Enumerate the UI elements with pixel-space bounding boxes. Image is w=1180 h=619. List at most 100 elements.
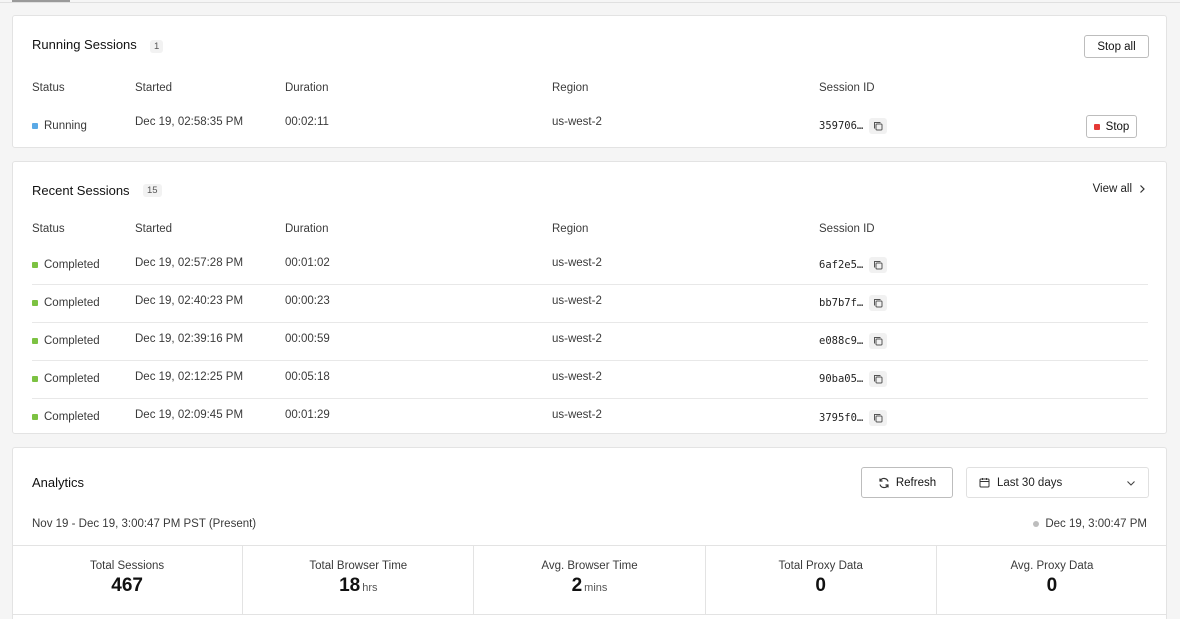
last-updated-text: Dec 19, 3:00:47 PM bbox=[1045, 518, 1147, 530]
status-text: Completed bbox=[44, 259, 100, 271]
metric-value: 2 bbox=[571, 575, 583, 596]
session-id-cell: bb7b7f… bbox=[819, 295, 888, 311]
metric-value: 467 bbox=[111, 575, 143, 596]
status-text: Completed bbox=[44, 411, 100, 423]
region-cell: us-west-2 bbox=[552, 371, 602, 383]
status-cell: Completed bbox=[32, 297, 100, 309]
session-id-cell: 90ba05… bbox=[819, 371, 888, 387]
stop-label: Stop bbox=[1105, 120, 1130, 133]
duration-cell: 00:02:11 bbox=[285, 116, 329, 128]
status-cell: Running bbox=[32, 120, 87, 132]
completed-status-dot bbox=[32, 376, 38, 382]
stop-all-button[interactable]: Stop all bbox=[1084, 35, 1149, 58]
session-id-cell: 359706… bbox=[819, 118, 888, 134]
running-sessions-card: Running Sessions 1 Stop all Status Start… bbox=[12, 15, 1167, 148]
region-cell: us-west-2 bbox=[552, 116, 602, 128]
completed-status-dot bbox=[32, 300, 38, 306]
session-id-text[interactable]: 359706… bbox=[819, 120, 863, 132]
session-id-text[interactable]: 3795f0… bbox=[819, 412, 863, 424]
status-cell: Completed bbox=[32, 335, 100, 347]
completed-status-dot bbox=[32, 414, 38, 420]
row-divider bbox=[32, 322, 1148, 323]
calendar-icon bbox=[979, 478, 990, 488]
active-tab-indicator bbox=[12, 0, 70, 2]
row-divider bbox=[32, 398, 1148, 399]
metric-total-sessions: Total Sessions 467 bbox=[12, 546, 244, 614]
status-text: Completed bbox=[44, 297, 100, 309]
col-header-region: Region bbox=[552, 223, 589, 235]
metric-avg-proxy-data: Avg. Proxy Data 0 bbox=[937, 546, 1167, 614]
status-text: Completed bbox=[44, 373, 100, 385]
col-header-session-id: Session ID bbox=[819, 223, 875, 235]
metric-label: Avg. Browser Time bbox=[541, 560, 638, 572]
metric-label: Total Sessions bbox=[90, 560, 165, 572]
copy-icon[interactable] bbox=[869, 371, 888, 387]
col-header-duration: Duration bbox=[285, 223, 329, 235]
session-id-text[interactable]: 6af2e5… bbox=[819, 259, 863, 271]
date-range-select[interactable]: Last 30 days bbox=[966, 467, 1149, 498]
refresh-button[interactable]: Refresh bbox=[861, 467, 953, 498]
started-cell: Dec 19, 02:57:28 PM bbox=[135, 257, 244, 269]
top-tab-strip bbox=[0, 0, 1180, 3]
view-all-link[interactable]: View all bbox=[1093, 183, 1146, 195]
recent-sessions-count: 15 bbox=[143, 184, 162, 197]
region-cell: us-west-2 bbox=[552, 295, 602, 307]
col-header-started: Started bbox=[135, 223, 173, 235]
session-id-cell: 3795f0… bbox=[819, 410, 888, 426]
analytics-title: Analytics bbox=[32, 475, 85, 490]
col-header-duration: Duration bbox=[285, 82, 329, 94]
started-cell: Dec 19, 02:39:16 PM bbox=[135, 333, 244, 345]
duration-cell: 00:00:59 bbox=[285, 333, 330, 345]
view-all-label: View all bbox=[1092, 183, 1132, 195]
copy-icon[interactable] bbox=[869, 257, 888, 273]
date-range-value: Last 30 days bbox=[997, 476, 1063, 489]
metric-value: 0 bbox=[1046, 575, 1058, 596]
metric-value: 18 bbox=[339, 575, 361, 596]
metric-unit: hrs bbox=[362, 582, 378, 594]
metric-value: 0 bbox=[815, 575, 826, 596]
running-sessions-count: 1 bbox=[150, 40, 164, 53]
copy-icon[interactable] bbox=[869, 295, 888, 311]
status-dot bbox=[1033, 521, 1040, 527]
duration-cell: 00:01:02 bbox=[285, 257, 330, 269]
metric-total-proxy-data: Total Proxy Data 0 bbox=[706, 546, 937, 614]
stop-session-button[interactable]: Stop bbox=[1086, 115, 1137, 138]
copy-icon[interactable] bbox=[869, 410, 888, 426]
running-sessions-title: Running Sessions bbox=[32, 37, 137, 52]
col-header-status: Status bbox=[32, 223, 65, 235]
started-cell: Dec 19, 02:09:45 PM bbox=[135, 409, 244, 421]
copy-icon[interactable] bbox=[869, 118, 888, 134]
metric-label: Total Proxy Data bbox=[778, 560, 863, 572]
metric-unit: mins bbox=[584, 582, 608, 594]
running-status-dot bbox=[32, 123, 38, 129]
session-id-text[interactable]: e088c9… bbox=[819, 335, 863, 347]
metrics-row: Total Sessions 467 Total Browser Time 18… bbox=[12, 545, 1167, 615]
col-header-status: Status bbox=[32, 82, 65, 94]
refresh-label: Refresh bbox=[895, 476, 937, 489]
col-header-session-id: Session ID bbox=[819, 82, 875, 94]
status-cell: Completed bbox=[32, 373, 100, 385]
status-cell: Completed bbox=[32, 411, 100, 423]
session-id-text[interactable]: bb7b7f… bbox=[819, 297, 863, 309]
metric-label: Total Browser Time bbox=[309, 560, 408, 572]
status-text: Completed bbox=[44, 335, 100, 347]
status-text: Running bbox=[44, 120, 87, 132]
status-cell: Completed bbox=[32, 259, 100, 271]
duration-cell: 00:00:23 bbox=[285, 295, 330, 307]
region-cell: us-west-2 bbox=[552, 409, 602, 421]
last-updated: Dec 19, 3:00:47 PM bbox=[1033, 518, 1147, 530]
started-cell: Dec 19, 02:58:35 PM bbox=[135, 116, 244, 128]
session-id-cell: 6af2e5… bbox=[819, 257, 888, 273]
region-cell: us-west-2 bbox=[552, 257, 602, 269]
completed-status-dot bbox=[32, 262, 38, 268]
duration-cell: 00:01:29 bbox=[285, 409, 330, 421]
copy-icon[interactable] bbox=[869, 333, 888, 349]
completed-status-dot bbox=[32, 338, 38, 344]
col-header-started: Started bbox=[135, 82, 173, 94]
recent-sessions-card: Recent Sessions 15 View all Status Start… bbox=[12, 161, 1167, 434]
chevron-right-icon bbox=[1140, 185, 1145, 193]
region-cell: us-west-2 bbox=[552, 333, 602, 345]
chevron-down-icon bbox=[1127, 480, 1135, 486]
duration-cell: 00:05:18 bbox=[285, 371, 330, 383]
session-id-text[interactable]: 90ba05… bbox=[819, 373, 863, 385]
